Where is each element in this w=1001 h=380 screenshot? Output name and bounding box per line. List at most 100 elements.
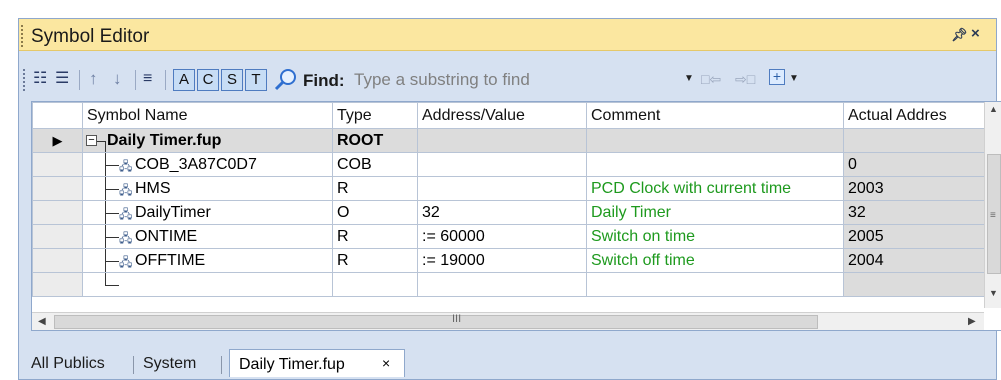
toggle-t-button[interactable]: T	[245, 69, 267, 91]
toggle-s-button[interactable]: S	[221, 69, 243, 91]
actual-address-cell: 32	[843, 200, 985, 225]
table-row[interactable]: 🖧︎ DailyTimer O 32 Daily Timer 32	[32, 200, 985, 225]
address-cell[interactable]	[417, 152, 587, 177]
address-cell[interactable]: := 60000	[417, 224, 587, 249]
address-cell[interactable]	[417, 128, 587, 153]
move-down-icon[interactable]: ↓	[113, 70, 122, 88]
symbol-grid: Symbol Name Type Address/Value Comment A…	[31, 101, 1001, 331]
tab-system[interactable]: System	[143, 355, 196, 373]
type-cell[interactable]: R	[332, 248, 418, 273]
symbol-name: COB_3A87C0D7	[135, 156, 257, 173]
tab-separator	[133, 356, 134, 374]
column-header[interactable]: Comment	[586, 102, 844, 129]
row-header[interactable]	[32, 152, 83, 177]
address-cell[interactable]	[417, 272, 587, 297]
column-header[interactable]: Type	[332, 102, 418, 129]
scroll-down-icon[interactable]: ▼	[989, 288, 998, 298]
toolbar-grip[interactable]	[23, 69, 26, 91]
comment-cell[interactable]: PCD Clock with current time	[586, 176, 844, 201]
row-header[interactable]	[32, 248, 83, 273]
symbol-node-icon: 🖧︎	[119, 183, 133, 197]
document-tabs: All Publics System Daily Timer.fup ×	[29, 349, 989, 377]
comment-cell[interactable]: Switch off time	[586, 248, 844, 273]
tree-line	[105, 165, 119, 166]
pin-icon[interactable]: 📌︎	[951, 27, 968, 43]
symbol-name-cell[interactable]: − Daily Timer.fup	[82, 128, 333, 153]
navigate-back-icon[interactable]: □⇦	[701, 70, 721, 88]
symbol-name-cell[interactable]: 🖧︎ OFFTIME	[82, 248, 333, 273]
actual-address-cell: 2005	[843, 224, 985, 249]
type-cell[interactable]: COB	[332, 152, 418, 177]
comment-cell[interactable]: Switch on time	[586, 224, 844, 249]
title-bar[interactable]: Symbol Editor 📌︎ ×	[19, 19, 996, 51]
table-row[interactable]: 🖧︎ OFFTIME R := 19000 Switch off time 20…	[32, 248, 985, 273]
symbol-node-icon: 🖧︎	[119, 231, 133, 245]
type-cell[interactable]	[332, 272, 418, 297]
type-cell[interactable]: R	[332, 224, 418, 249]
title-grip[interactable]	[21, 25, 24, 47]
address-cell[interactable]	[417, 176, 587, 201]
symbol-name: OFFTIME	[135, 252, 206, 269]
find-input[interactable]	[354, 69, 589, 91]
tree-line	[105, 141, 106, 152]
navigate-forward-icon[interactable]: ⇨□	[735, 70, 755, 88]
symbol-node-icon: 🖧︎	[119, 207, 133, 221]
scroll-right-icon[interactable]: ▶	[968, 316, 976, 327]
table-row[interactable]	[32, 272, 985, 297]
close-icon[interactable]: ×	[971, 25, 980, 42]
move-up-icon[interactable]: ↑	[89, 70, 98, 88]
tab-daily-timer-fup[interactable]: Daily Timer.fup ×	[229, 349, 405, 377]
add-icon[interactable]: +	[769, 69, 785, 85]
symbol-name-cell[interactable]	[82, 272, 333, 297]
row-header[interactable]	[32, 200, 83, 225]
table-row[interactable]: 🖧︎ ONTIME R := 60000 Switch on time 2005	[32, 224, 985, 249]
header-row: Symbol Name Type Address/Value Comment A…	[32, 102, 985, 129]
symbol-name-cell[interactable]: 🖧︎ HMS	[82, 176, 333, 201]
scroll-up-icon[interactable]: ▲	[989, 104, 998, 114]
symbol-table: Symbol Name Type Address/Value Comment A…	[32, 102, 985, 297]
sort-icon[interactable]: ≡	[143, 70, 152, 88]
horizontal-scrollbar[interactable]: ◀ III ▶	[32, 312, 984, 330]
toggle-c-button[interactable]: C	[197, 69, 219, 91]
symbol-name: ONTIME	[135, 228, 198, 245]
expand-columns-icon[interactable]: ☷	[33, 70, 47, 88]
find-icon[interactable]	[273, 68, 299, 92]
comment-cell[interactable]	[586, 272, 844, 297]
add-dropdown-icon[interactable]: ▼	[789, 73, 799, 84]
scroll-left-icon[interactable]: ◀	[38, 316, 46, 327]
tab-all-publics[interactable]: All Publics	[31, 355, 105, 373]
type-cell[interactable]: R	[332, 176, 418, 201]
current-row-marker-icon[interactable]: ▶	[32, 128, 83, 153]
symbol-name-cell[interactable]: 🖧︎ DailyTimer	[82, 200, 333, 225]
row-header[interactable]	[32, 176, 83, 201]
actual-address-cell: 2003	[843, 176, 985, 201]
comment-cell[interactable]: Daily Timer	[586, 200, 844, 225]
column-header[interactable]: Symbol Name	[82, 102, 333, 129]
tree-line	[97, 141, 105, 142]
table-row[interactable]: ▶ − Daily Timer.fup ROOT	[32, 128, 985, 153]
table-row[interactable]: 🖧︎ HMS R PCD Clock with current time 200…	[32, 176, 985, 201]
symbol-name-cell[interactable]: 🖧︎ COB_3A87C0D7	[82, 152, 333, 177]
vertical-scrollbar[interactable]: ▲ ≡ ▼	[984, 102, 1001, 308]
type-cell[interactable]: ROOT	[332, 128, 418, 153]
find-dropdown-icon[interactable]: ▼	[684, 73, 694, 84]
row-header[interactable]	[32, 272, 83, 297]
address-cell[interactable]: := 19000	[417, 248, 587, 273]
column-header[interactable]: Address/Value	[417, 102, 587, 129]
collapse-icon[interactable]: −	[86, 135, 97, 146]
symbol-name-cell[interactable]: 🖧︎ ONTIME	[82, 224, 333, 249]
tab-close-icon[interactable]: ×	[382, 355, 390, 371]
collapse-columns-icon[interactable]: ☰	[55, 70, 69, 88]
row-header[interactable]	[32, 224, 83, 249]
table-row[interactable]: 🖧︎ COB_3A87C0D7 COB 0	[32, 152, 985, 177]
comment-cell[interactable]	[586, 152, 844, 177]
horizontal-scroll-thumb[interactable]	[54, 315, 818, 329]
address-cell[interactable]: 32	[417, 200, 587, 225]
comment-cell[interactable]	[586, 128, 844, 153]
tree-line	[105, 261, 119, 262]
type-cell[interactable]: O	[332, 200, 418, 225]
tree-line	[105, 273, 106, 285]
toggle-a-button[interactable]: A	[173, 69, 195, 91]
column-header[interactable]: Actual Addres	[843, 102, 985, 129]
toolbar-separator	[165, 70, 166, 90]
